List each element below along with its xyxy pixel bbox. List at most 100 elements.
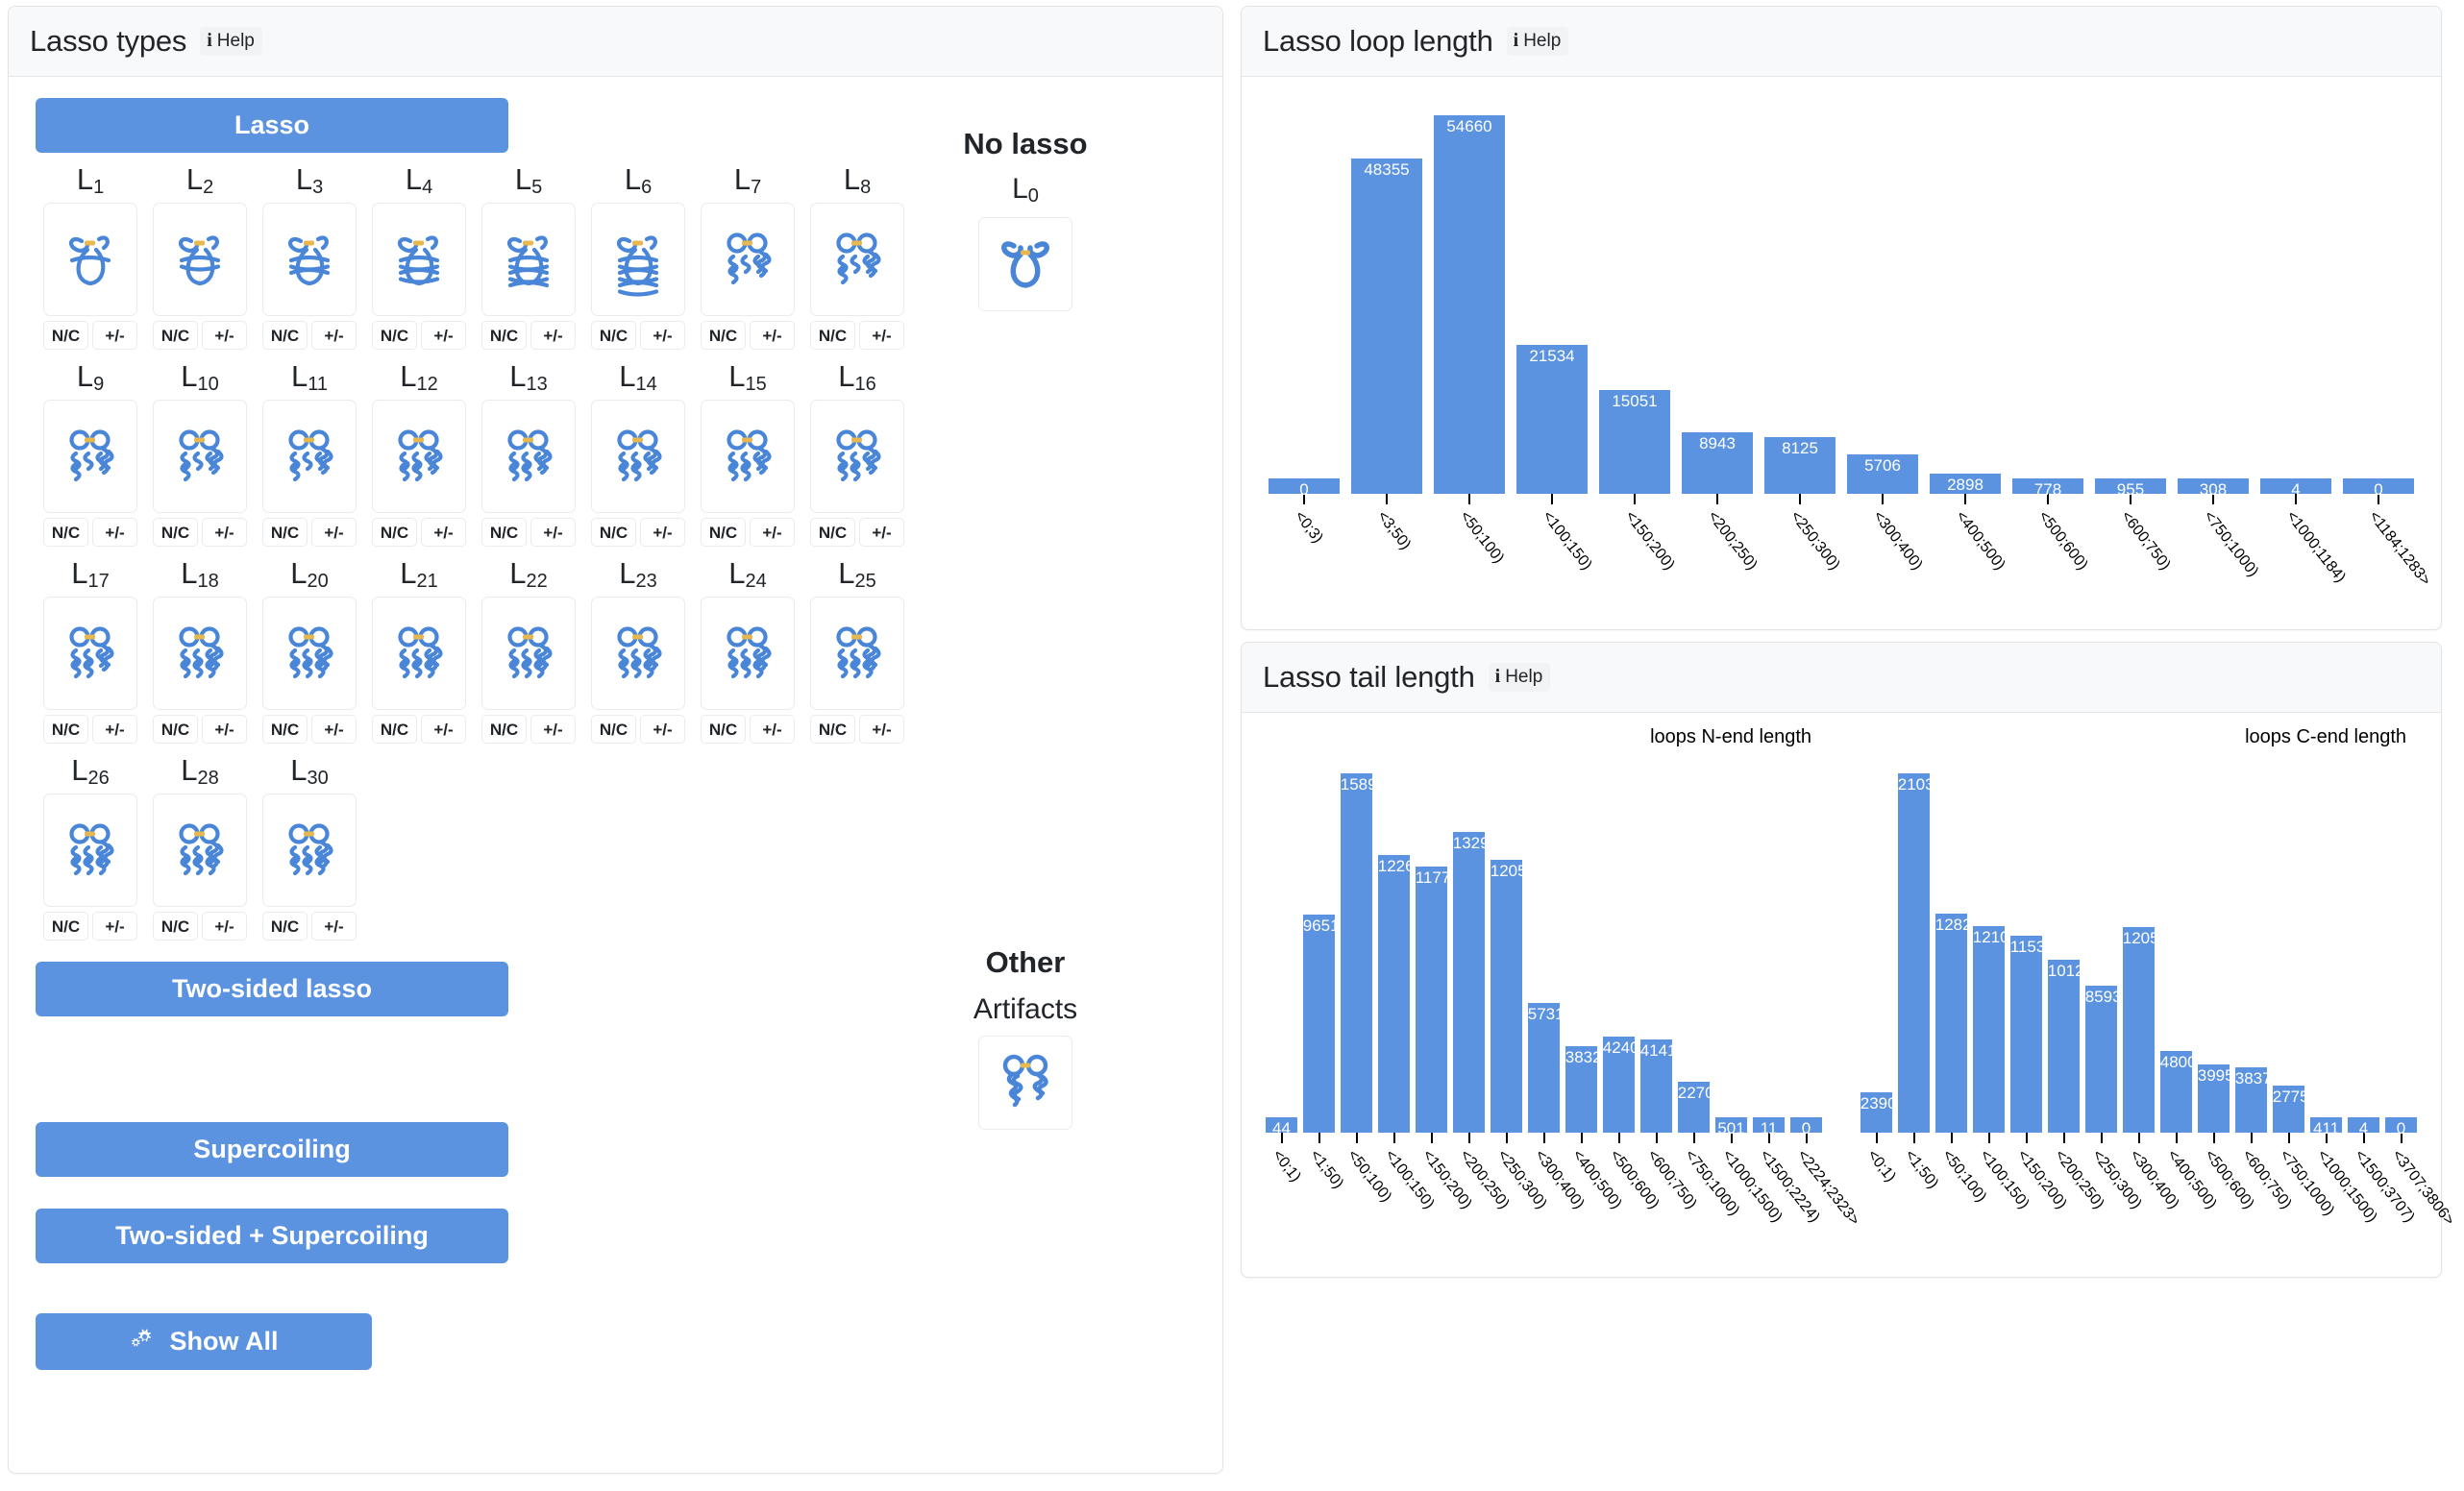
lasso-button[interactable]: Lasso <box>36 98 508 153</box>
loop-length-help-button[interactable]: i Help <box>1506 27 1569 56</box>
plusminus-button-L13[interactable]: +/- <box>530 518 576 547</box>
bar[interactable]: 54660 <box>1434 115 1505 494</box>
lasso-type-card-L7[interactable] <box>701 203 795 316</box>
plusminus-button-L3[interactable]: +/- <box>311 321 357 350</box>
nc-button-L30[interactable]: N/C <box>262 912 308 941</box>
lasso-type-card-L6[interactable] <box>591 203 685 316</box>
nc-button-L17[interactable]: N/C <box>43 715 88 744</box>
bar[interactable]: 12109 <box>1972 926 2006 1133</box>
plusminus-button-L18[interactable]: +/- <box>202 715 247 744</box>
lasso-type-card-L4[interactable] <box>372 203 466 316</box>
nc-button-L7[interactable]: N/C <box>701 321 746 350</box>
plusminus-button-L15[interactable]: +/- <box>750 518 795 547</box>
plusminus-button-L21[interactable]: +/- <box>421 715 466 744</box>
plusminus-button-L23[interactable]: +/- <box>640 715 685 744</box>
nc-button-L6[interactable]: N/C <box>591 321 636 350</box>
lasso-type-card-L3[interactable] <box>262 203 357 316</box>
nc-button-L8[interactable]: N/C <box>810 321 855 350</box>
nc-button-L14[interactable]: N/C <box>591 518 636 547</box>
bar[interactable]: 2775 <box>2272 1086 2305 1133</box>
bar[interactable]: 0 <box>2343 478 2414 499</box>
bar[interactable]: 0 <box>1789 1117 1823 1137</box>
bar[interactable]: 955 <box>2095 478 2166 499</box>
tail-length-help-button[interactable]: i Help <box>1488 663 1551 692</box>
bar[interactable]: 3837 <box>2234 1067 2268 1133</box>
lasso-type-card-L11[interactable] <box>262 400 357 513</box>
plusminus-button-L6[interactable]: +/- <box>640 321 685 350</box>
bar[interactable]: 4 <box>2260 478 2331 499</box>
lasso-type-card-L23[interactable] <box>591 597 685 710</box>
nc-button-L10[interactable]: N/C <box>153 518 198 547</box>
bar[interactable]: 15051 <box>1599 390 1670 494</box>
bar[interactable]: 12828 <box>1934 914 1968 1133</box>
nc-button-L26[interactable]: N/C <box>43 912 88 941</box>
plusminus-button-L11[interactable]: +/- <box>311 518 357 547</box>
nc-button-L9[interactable]: N/C <box>43 518 88 547</box>
plusminus-button-L1[interactable]: +/- <box>92 321 137 350</box>
bar[interactable]: 21036 <box>1897 773 1931 1133</box>
two-sided-supercoiling-button[interactable]: Two-sided + Supercoiling <box>36 1209 508 1263</box>
nc-button-L11[interactable]: N/C <box>262 518 308 547</box>
plusminus-button-L20[interactable]: +/- <box>311 715 357 744</box>
lasso-type-card-L18[interactable] <box>153 597 247 710</box>
nc-button-L16[interactable]: N/C <box>810 518 855 547</box>
bar[interactable]: 501 <box>1714 1117 1748 1137</box>
bar[interactable]: 12052 <box>1490 860 1523 1133</box>
bar[interactable]: 44 <box>1265 1117 1298 1137</box>
bar[interactable]: 8125 <box>1764 437 1836 494</box>
no-lasso-card[interactable] <box>978 217 1072 311</box>
lasso-type-card-L5[interactable] <box>481 203 576 316</box>
nc-button-L3[interactable]: N/C <box>262 321 308 350</box>
bar[interactable]: 2898 <box>1930 474 2001 494</box>
supercoiling-button[interactable]: Supercoiling <box>36 1122 508 1177</box>
bar[interactable]: 3832 <box>1565 1046 1598 1133</box>
bar[interactable]: 5706 <box>1847 454 1918 494</box>
bar[interactable]: 8943 <box>1682 432 1753 494</box>
bar[interactable]: 778 <box>2012 478 2083 499</box>
lasso-type-card-L13[interactable] <box>481 400 576 513</box>
plusminus-button-L5[interactable]: +/- <box>530 321 576 350</box>
plusminus-button-L17[interactable]: +/- <box>92 715 137 744</box>
plusminus-button-L24[interactable]: +/- <box>750 715 795 744</box>
nc-button-L5[interactable]: N/C <box>481 321 527 350</box>
nc-button-L15[interactable]: N/C <box>701 518 746 547</box>
nc-button-L12[interactable]: N/C <box>372 518 417 547</box>
bar[interactable]: 4 <box>2347 1117 2380 1137</box>
plusminus-button-L4[interactable]: +/- <box>421 321 466 350</box>
lasso-type-card-L9[interactable] <box>43 400 137 513</box>
nc-button-L1[interactable]: N/C <box>43 321 88 350</box>
lasso-type-card-L28[interactable] <box>153 794 247 907</box>
plusminus-button-L14[interactable]: +/- <box>640 518 685 547</box>
bar[interactable]: 0 <box>2384 1117 2418 1137</box>
lasso-type-card-L26[interactable] <box>43 794 137 907</box>
plusminus-button-L26[interactable]: +/- <box>92 912 137 941</box>
nc-button-L4[interactable]: N/C <box>372 321 417 350</box>
bar[interactable]: 12268 <box>1377 855 1411 1133</box>
plusminus-button-L22[interactable]: +/- <box>530 715 576 744</box>
plusminus-button-L7[interactable]: +/- <box>750 321 795 350</box>
lasso-type-card-L20[interactable] <box>262 597 357 710</box>
nc-button-L28[interactable]: N/C <box>153 912 198 941</box>
bar[interactable]: 15891 <box>1340 773 1373 1133</box>
bar[interactable]: 9651 <box>1302 915 1336 1133</box>
plusminus-button-L10[interactable]: +/- <box>202 518 247 547</box>
nc-button-L13[interactable]: N/C <box>481 518 527 547</box>
plusminus-button-L28[interactable]: +/- <box>202 912 247 941</box>
bar[interactable]: 21534 <box>1516 345 1588 494</box>
plusminus-button-L9[interactable]: +/- <box>92 518 137 547</box>
bar[interactable]: 10122 <box>2047 960 2081 1133</box>
bar[interactable]: 0 <box>1269 478 1340 499</box>
plusminus-button-L2[interactable]: +/- <box>202 321 247 350</box>
bar[interactable]: 13299 <box>1452 832 1486 1133</box>
bar[interactable]: 308 <box>2178 478 2249 499</box>
lasso-type-card-L30[interactable] <box>262 794 357 907</box>
nc-button-L25[interactable]: N/C <box>810 715 855 744</box>
nc-button-L24[interactable]: N/C <box>701 715 746 744</box>
lasso-type-card-L12[interactable] <box>372 400 466 513</box>
nc-button-L23[interactable]: N/C <box>591 715 636 744</box>
bar[interactable]: 2390 <box>1860 1092 1893 1133</box>
lasso-type-card-L22[interactable] <box>481 597 576 710</box>
nc-button-L20[interactable]: N/C <box>262 715 308 744</box>
bar[interactable]: 11537 <box>2009 936 2043 1133</box>
artifacts-card[interactable] <box>978 1036 1072 1130</box>
